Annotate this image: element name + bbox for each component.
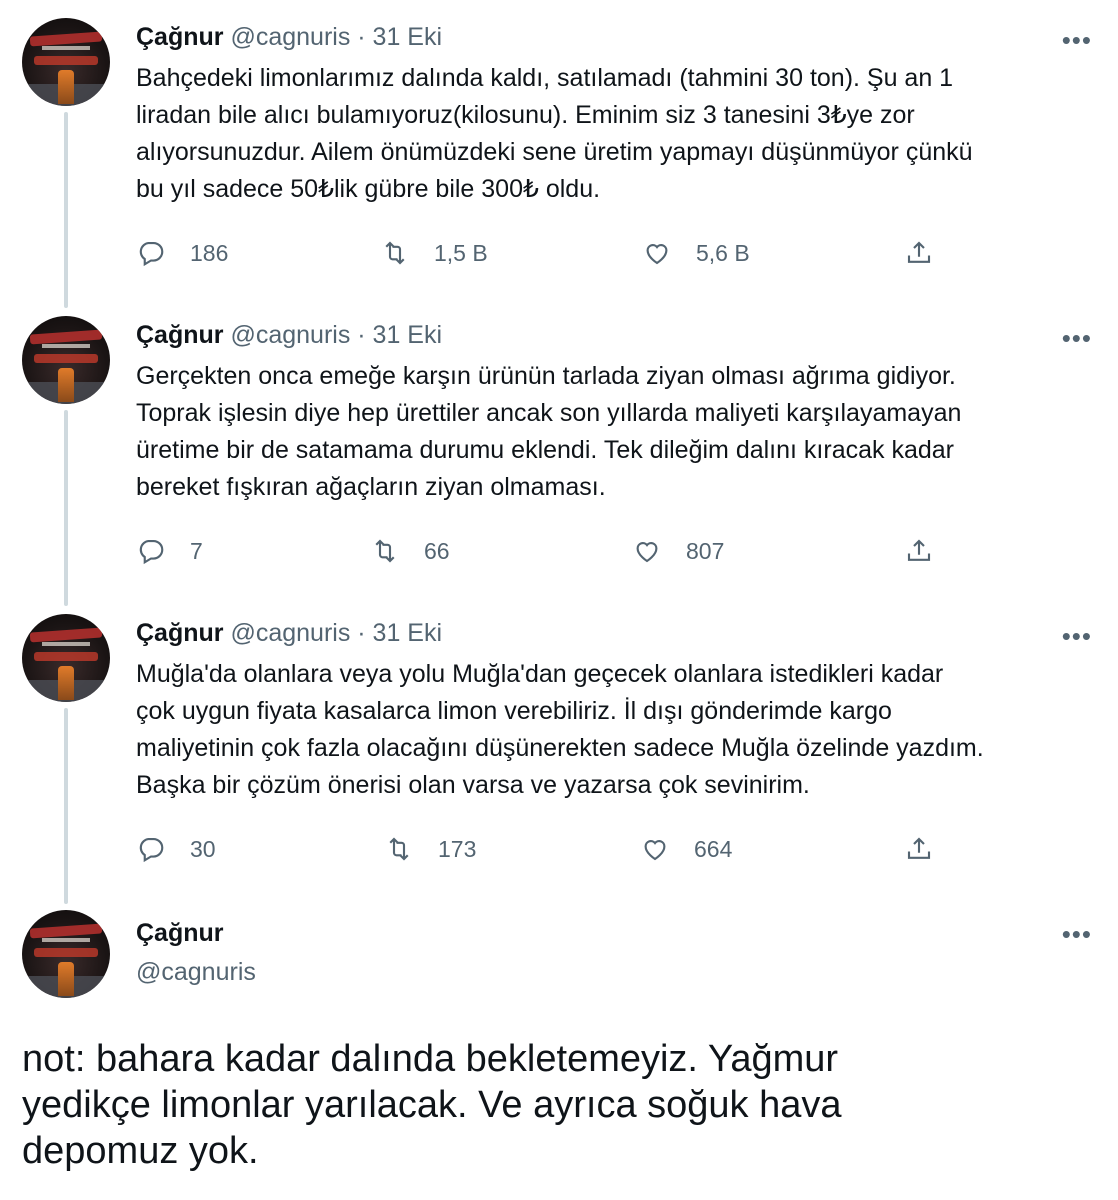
text-line: Başka bir çözüm önerisi olan varsa ve ya… [136,771,810,799]
avatar[interactable] [22,910,110,998]
text-line: üretime bir de satamama durumu eklendi. … [136,436,954,464]
author-name[interactable]: Çağnur [136,919,224,947]
retweet-icon [389,837,409,861]
text-line: çok uygun fiyata kasalarca limon verebil… [136,697,892,725]
text-line: bu yıl sadece 50₺lik gübre bile 300₺ old… [136,175,601,203]
heart-icon [636,542,658,563]
tweet-actions: 30 173 664 [136,832,956,866]
retweet-button[interactable]: 66 [370,534,450,568]
share-button[interactable] [904,832,934,866]
text-line: alıyorsunuzdur. Ailem önümüzdeki sene ür… [136,138,973,166]
retweet-count: 66 [424,537,450,564]
text-line: Bahçedeki limonlarımız dalında kaldı, sa… [136,64,954,92]
author-handle-date[interactable]: @cagnuris · 31 Eki [230,619,442,647]
avatar[interactable] [22,316,110,404]
text-line: depomuz yok. [22,1130,259,1172]
reply-icon [139,539,164,565]
text-line: Gerçekten onca emeğe karşın ürünün tarla… [136,362,956,390]
retweet-count: 1,5 B [434,239,488,266]
reply-icon [139,241,164,267]
like-button[interactable]: 5,6 B [642,236,750,270]
tweet-text: Bahçedeki limonlarımız dalında kaldı, sa… [136,60,1096,208]
reply-count: 30 [190,835,216,862]
more-icon[interactable]: ••• [1062,27,1092,53]
more-icon[interactable]: ••• [1062,921,1092,947]
more-icon[interactable]: ••• [1062,325,1092,351]
retweet-button[interactable]: 173 [384,832,476,866]
retweet-icon [375,539,395,563]
author-handle[interactable]: @cagnuris [136,958,256,987]
like-count: 664 [694,835,733,862]
text-line: yedikçe limonlar yarılacak. Ve ayrıca so… [22,1084,842,1126]
reply-icon [139,837,164,863]
share-icon [907,539,931,561]
share-icon [907,241,931,263]
reply-button[interactable]: 186 [136,236,228,270]
avatar[interactable] [22,614,110,702]
text-line: Muğla'da olanlara veya yolu Muğla'dan ge… [136,660,944,688]
tweet-text: not: bahara kadar dalında bekletemeyiz. … [22,1036,1102,1174]
thread-line [64,112,68,308]
text-line: bereket fışkıran ağaçların ziyan olmamas… [136,473,606,501]
like-button[interactable]: 664 [640,832,732,866]
more-icon[interactable]: ••• [1062,623,1092,649]
reply-count: 7 [190,537,203,564]
tweet-actions: 186 1,5 B 5,6 B [136,236,956,270]
like-count: 5,6 B [696,239,750,266]
author-name[interactable]: Çağnur [136,23,224,51]
thread-line [64,708,68,904]
like-count: 807 [686,537,725,564]
share-icon [907,837,931,859]
retweet-button[interactable]: 1,5 B [380,236,488,270]
author-name[interactable]: Çağnur [136,619,224,647]
reply-count: 186 [190,239,229,266]
like-button[interactable]: 807 [632,534,724,568]
tweet-actions: 7 66 807 [136,534,956,568]
retweet-count: 173 [438,835,477,862]
author-handle-date[interactable]: @cagnuris · 31 Eki [230,321,442,349]
tweet-text: Muğla'da olanlara veya yolu Muğla'dan ge… [136,656,1096,804]
author-handle-date[interactable]: @cagnuris · 31 Eki [230,23,442,51]
retweet-icon [385,241,405,265]
tweet-text: Gerçekten onca emeğe karşın ürünün tarla… [136,358,1096,506]
reply-button[interactable]: 30 [136,832,216,866]
text-line: maliyetinin çok fazla olacağını düşünere… [136,734,984,762]
author-name[interactable]: Çağnur [136,321,224,349]
share-button[interactable] [904,534,934,568]
heart-icon [646,244,668,265]
text-line: not: bahara kadar dalında bekletemeyiz. … [22,1038,839,1080]
text-line: liradan bile alıcı bulamıyoruz(kilosunu)… [136,101,915,129]
reply-button[interactable]: 7 [136,534,203,568]
share-button[interactable] [904,236,934,270]
thread-line [64,410,68,606]
heart-icon [644,840,666,861]
avatar[interactable] [22,18,110,106]
text-line: Toprak işlesin diye hep ürettiler ancak … [136,399,962,427]
